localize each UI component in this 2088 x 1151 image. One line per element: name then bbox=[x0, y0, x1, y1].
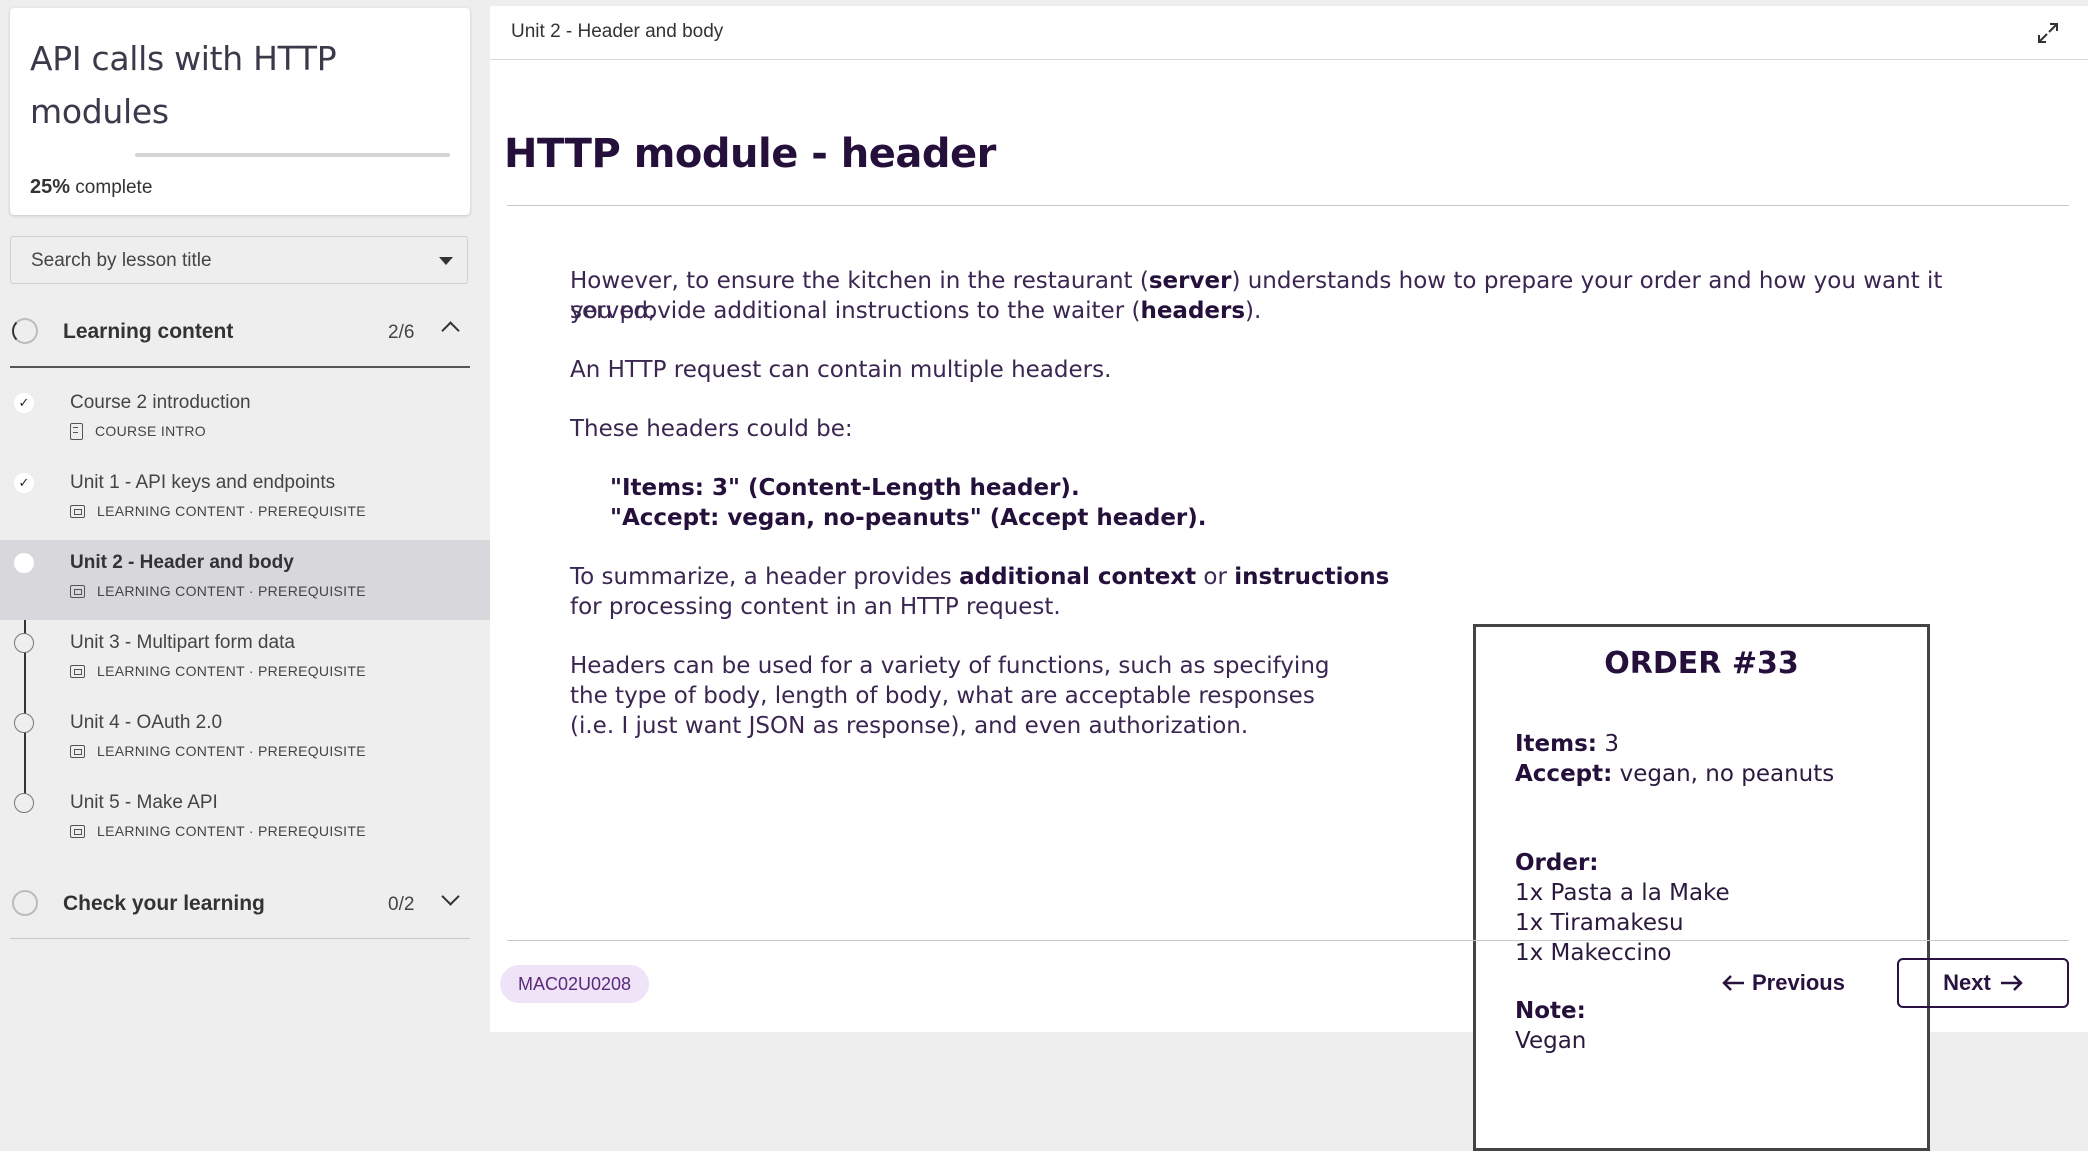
next-button[interactable]: Next bbox=[1897, 958, 2069, 1008]
lesson-meta: LEARNING CONTENT · PREREQUISITE bbox=[70, 823, 366, 839]
lesson-meta: LEARNING CONTENT · PREREQUISITE bbox=[70, 583, 366, 599]
lesson-item[interactable]: Unit 3 - Multipart form data LEARNING CO… bbox=[0, 620, 490, 700]
previous-label: Previous bbox=[1752, 970, 1845, 995]
order-line: 1x Makeccino bbox=[1515, 940, 1672, 966]
section-count: 2/6 bbox=[388, 322, 415, 343]
lesson-item[interactable]: Unit 5 - Make API LEARNING CONTENT · PRE… bbox=[0, 780, 490, 860]
expand-icon[interactable] bbox=[2036, 21, 2060, 45]
lesson-content-panel: Unit 2 - Header and body HTTP module - h… bbox=[490, 6, 2088, 1151]
lesson-title: Unit 4 - OAuth 2.0 bbox=[70, 712, 223, 733]
lesson-title: Unit 3 - Multipart form data bbox=[70, 632, 295, 653]
course-progress-card: API calls with HTTP modules 25% complete bbox=[10, 8, 470, 215]
lesson-meta: COURSE INTRO bbox=[70, 423, 206, 440]
lesson-code-badge: MAC02U0208 bbox=[500, 965, 650, 1003]
lesson-meta: LEARNING CONTENT · PREREQUISITE bbox=[70, 503, 366, 519]
progress-label: 25% complete bbox=[30, 176, 152, 199]
lesson-item-current[interactable]: Unit 2 - Header and body LEARNING CONTEN… bbox=[0, 540, 490, 620]
section-progress-icon bbox=[12, 890, 38, 916]
progress-bar bbox=[135, 153, 450, 157]
order-note-label: Note: bbox=[1515, 998, 1586, 1024]
paragraph: These headers could be: bbox=[570, 416, 853, 442]
circle-icon bbox=[14, 793, 34, 813]
paragraph: for processing content in an HTTP reques… bbox=[570, 594, 1061, 620]
lesson-item[interactable]: Unit 4 - OAuth 2.0 LEARNING CONTENT · PR… bbox=[0, 700, 490, 780]
lesson-title: Course 2 introduction bbox=[70, 392, 251, 413]
order-line: 1x Pasta a la Make bbox=[1515, 880, 1730, 906]
current-lesson-icon bbox=[14, 553, 34, 573]
order-line: 1x Tiramakesu bbox=[1515, 910, 1684, 936]
chevron-down-icon bbox=[439, 257, 453, 265]
lesson-item[interactable]: ✓ Course 2 introduction COURSE INTRO bbox=[0, 380, 490, 460]
next-label: Next bbox=[1943, 970, 1991, 995]
lesson-meta-text: LEARNING CONTENT · PREREQUISITE bbox=[97, 583, 366, 599]
chevron-down-icon bbox=[441, 887, 460, 906]
arrow-right-icon bbox=[2000, 975, 2023, 991]
order-label: Order: bbox=[1515, 850, 1599, 876]
section-divider bbox=[10, 366, 470, 368]
order-accept: Accept: vegan, no peanuts bbox=[1515, 761, 1835, 787]
order-note-value: Vegan bbox=[1515, 1028, 1587, 1054]
slides-icon bbox=[70, 825, 85, 838]
document-icon bbox=[70, 423, 83, 440]
slides-icon bbox=[70, 585, 85, 598]
title-divider bbox=[507, 205, 2069, 206]
lesson-search-select[interactable]: Search by lesson title bbox=[10, 236, 468, 284]
progress-percent: 25% bbox=[30, 176, 71, 198]
paragraph: you provide additional instructions to t… bbox=[570, 298, 1262, 324]
section-divider bbox=[10, 938, 470, 939]
breadcrumb: Unit 2 - Header and body bbox=[511, 21, 724, 42]
order-items: Items: 3 bbox=[1515, 731, 1619, 757]
lesson-meta-text: COURSE INTRO bbox=[95, 423, 206, 439]
lesson-meta-text: LEARNING CONTENT · PREREQUISITE bbox=[97, 663, 366, 679]
circle-icon bbox=[14, 633, 34, 653]
header-example: "Accept: vegan, no-peanuts" (Accept head… bbox=[610, 505, 1207, 531]
lesson-title: Unit 2 - Header and body bbox=[70, 552, 294, 573]
page-title: HTTP module - header bbox=[504, 131, 996, 177]
lesson-search-placeholder: Search by lesson title bbox=[31, 250, 212, 271]
paragraph: (i.e. I just want JSON as response), and… bbox=[570, 713, 1249, 739]
footer-divider bbox=[507, 940, 2069, 941]
section-progress-icon bbox=[12, 318, 38, 344]
header-example: "Items: 3" (Content-Length header). bbox=[610, 475, 1080, 501]
course-title: API calls with HTTP modules bbox=[30, 39, 337, 131]
paragraph: An HTTP request can contain multiple hea… bbox=[570, 357, 1112, 383]
section-count: 0/2 bbox=[388, 894, 415, 915]
lesson-item[interactable]: ✓ Unit 1 - API keys and endpoints LEARNI… bbox=[0, 460, 490, 540]
slides-icon bbox=[70, 505, 85, 518]
slides-icon bbox=[70, 745, 85, 758]
checkmark-icon: ✓ bbox=[14, 473, 34, 493]
section-label: Learning content bbox=[63, 320, 234, 343]
lesson-meta-text: LEARNING CONTENT · PREREQUISITE bbox=[97, 743, 366, 759]
lesson-meta-text: LEARNING CONTENT · PREREQUISITE bbox=[97, 823, 366, 839]
lesson-topbar: Unit 2 - Header and body bbox=[490, 6, 2088, 60]
paragraph: Headers can be used for a variety of fun… bbox=[570, 653, 1330, 679]
course-sidebar: API calls with HTTP modules 25% complete… bbox=[0, 0, 490, 1032]
section-label: Check your learning bbox=[63, 892, 265, 915]
paragraph: To summarize, a header provides addition… bbox=[570, 564, 1390, 590]
order-title: ORDER #33 bbox=[1604, 646, 1799, 681]
lesson-title: Unit 5 - Make API bbox=[70, 792, 218, 813]
circle-icon bbox=[14, 713, 34, 733]
arrow-left-icon bbox=[1722, 975, 1744, 991]
section-learning-content[interactable]: Learning content 2/6 bbox=[0, 300, 470, 364]
lesson-meta-text: LEARNING CONTENT · PREREQUISITE bbox=[97, 503, 366, 519]
order-card: ORDER #33 Items: 3 Accept: vegan, no pea… bbox=[1473, 624, 1930, 1151]
progress-suffix: complete bbox=[70, 177, 153, 198]
section-check-your-learning[interactable]: Check your learning 0/2 bbox=[0, 872, 470, 936]
checkmark-icon: ✓ bbox=[14, 393, 34, 413]
lesson-meta: LEARNING CONTENT · PREREQUISITE bbox=[70, 743, 366, 759]
previous-button[interactable]: Previous bbox=[1722, 958, 1862, 1008]
chevron-up-icon bbox=[441, 321, 460, 340]
paragraph: the type of body, length of body, what a… bbox=[570, 683, 1315, 709]
lesson-meta: LEARNING CONTENT · PREREQUISITE bbox=[70, 663, 366, 679]
lesson-title: Unit 1 - API keys and endpoints bbox=[70, 472, 336, 493]
slides-icon bbox=[70, 665, 85, 678]
